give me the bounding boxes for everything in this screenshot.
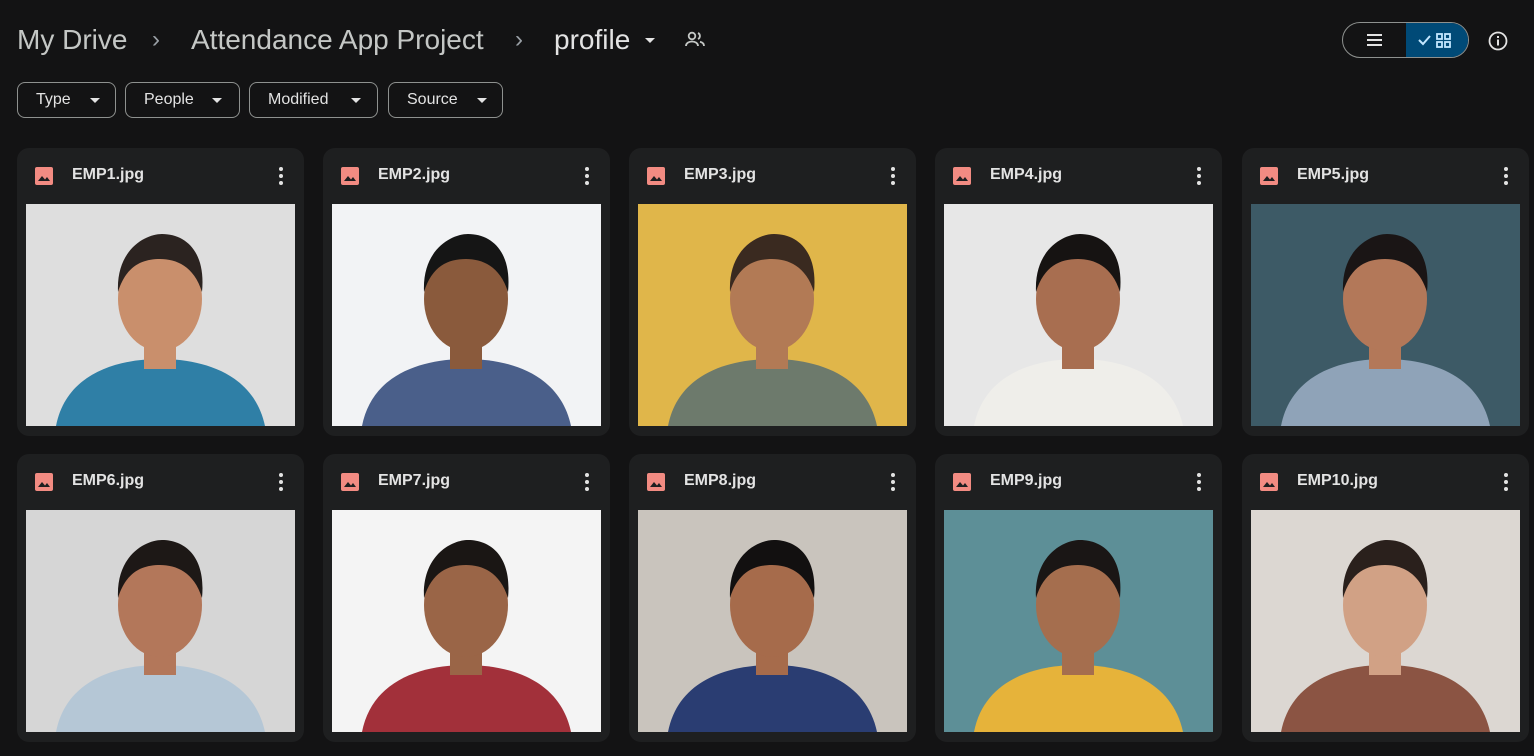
filter-label: People [144, 91, 194, 108]
list-view-button[interactable] [1343, 23, 1406, 57]
more-options-icon[interactable] [883, 470, 903, 494]
image-file-icon [34, 166, 54, 186]
more-options-icon[interactable] [1496, 164, 1516, 188]
filter-type[interactable]: Type [17, 82, 116, 118]
image-file-icon [1259, 472, 1279, 492]
file-thumbnail[interactable] [332, 204, 601, 426]
more-options-icon[interactable] [1496, 470, 1516, 494]
more-options-icon[interactable] [1189, 470, 1209, 494]
grid-view-button[interactable] [1406, 23, 1468, 57]
file-name[interactable]: EMP9.jpg [990, 470, 1062, 492]
top-bar: My Drive › Attendance App Project › prof… [0, 0, 1534, 80]
filter-modified[interactable]: Modified [249, 82, 378, 118]
filter-label: Type [36, 91, 71, 108]
file-card[interactable]: EMP8.jpg [629, 454, 916, 742]
file-name[interactable]: EMP7.jpg [378, 470, 450, 492]
filter-source[interactable]: Source [388, 82, 503, 118]
breadcrumb-attendance-app-project[interactable]: Attendance App Project [191, 22, 484, 58]
more-options-icon[interactable] [271, 470, 291, 494]
image-file-icon [340, 472, 360, 492]
more-options-icon[interactable] [577, 470, 597, 494]
file-name[interactable]: EMP6.jpg [72, 470, 144, 492]
file-card[interactable]: EMP6.jpg [17, 454, 304, 742]
view-toggle [1342, 22, 1469, 58]
file-card[interactable]: EMP1.jpg [17, 148, 304, 436]
file-name[interactable]: EMP1.jpg [72, 164, 144, 186]
file-thumbnail[interactable] [944, 510, 1213, 732]
file-thumbnail[interactable] [944, 204, 1213, 426]
breadcrumb-separator: › [515, 26, 523, 53]
more-options-icon[interactable] [1189, 164, 1209, 188]
file-name[interactable]: EMP4.jpg [990, 164, 1062, 186]
file-thumbnail[interactable] [1251, 510, 1520, 732]
image-file-icon [952, 166, 972, 186]
more-options-icon[interactable] [271, 164, 291, 188]
more-options-icon[interactable] [577, 164, 597, 188]
info-icon[interactable] [1487, 30, 1509, 52]
breadcrumb-separator: › [152, 26, 160, 53]
file-name[interactable]: EMP2.jpg [378, 164, 450, 186]
image-file-icon [952, 472, 972, 492]
file-name[interactable]: EMP5.jpg [1297, 164, 1369, 186]
file-thumbnail[interactable] [26, 510, 295, 732]
file-thumbnail[interactable] [638, 510, 907, 732]
more-options-icon[interactable] [883, 164, 903, 188]
image-file-icon [34, 472, 54, 492]
file-name[interactable]: EMP10.jpg [1297, 470, 1378, 492]
chevron-down-icon [477, 98, 487, 103]
file-card[interactable]: EMP9.jpg [935, 454, 1222, 742]
breadcrumb-my-drive[interactable]: My Drive [17, 22, 127, 58]
file-name[interactable]: EMP3.jpg [684, 164, 756, 186]
image-file-icon [646, 472, 666, 492]
file-card[interactable]: EMP2.jpg [323, 148, 610, 436]
chevron-down-icon [212, 98, 222, 103]
folder-menu-caret-icon[interactable] [645, 38, 655, 43]
file-card[interactable]: EMP10.jpg [1242, 454, 1529, 742]
file-thumbnail[interactable] [26, 204, 295, 426]
file-card[interactable]: EMP5.jpg [1242, 148, 1529, 436]
breadcrumb-current-folder[interactable]: profile [554, 22, 630, 58]
file-thumbnail[interactable] [638, 204, 907, 426]
file-thumbnail[interactable] [332, 510, 601, 732]
file-thumbnail[interactable] [1251, 204, 1520, 426]
filter-people[interactable]: People [125, 82, 240, 118]
image-file-icon [646, 166, 666, 186]
file-card[interactable]: EMP7.jpg [323, 454, 610, 742]
file-card[interactable]: EMP4.jpg [935, 148, 1222, 436]
file-card[interactable]: EMP3.jpg [629, 148, 916, 436]
people-icon[interactable] [684, 30, 706, 50]
list-icon [1367, 34, 1382, 46]
image-file-icon [340, 166, 360, 186]
image-file-icon [1259, 166, 1279, 186]
grid-check-icon [1418, 33, 1451, 48]
file-name[interactable]: EMP8.jpg [684, 470, 756, 492]
filter-label: Modified [268, 91, 329, 108]
chevron-down-icon [351, 98, 361, 103]
filter-label: Source [407, 91, 458, 108]
chevron-down-icon [90, 98, 100, 103]
